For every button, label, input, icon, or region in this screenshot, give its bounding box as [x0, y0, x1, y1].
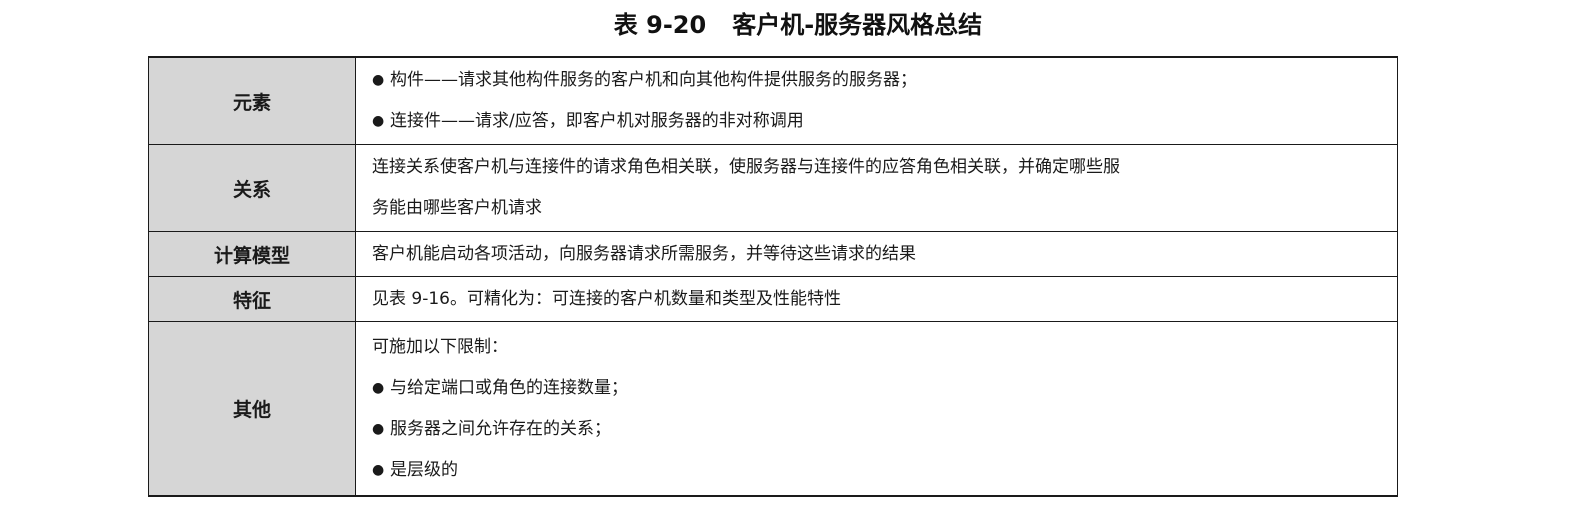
- list-item-text: 服务器之间允许存在的关系；: [390, 418, 611, 439]
- row-text: 客户机能启动各项活动，向服务器请求所需服务，并等待这些请求的结果: [372, 243, 916, 264]
- list-item-text: 连接件——请求/应答，即客户机对服务器的非对称调用: [390, 111, 804, 131]
- row-text: 见表 9-16。可精化为：可连接的客户机数量和类型及性能特性: [372, 288, 841, 309]
- bullet-icon: ●: [372, 461, 385, 478]
- row-intro: 可施加以下限制：: [372, 336, 508, 357]
- table-number: 表 9-20: [613, 11, 707, 39]
- table-title: 客户机-服务器风格总结: [732, 11, 983, 39]
- row-text-line: 务能由哪些客户机请求: [372, 198, 542, 218]
- bullet-icon: ●: [372, 72, 385, 88]
- table-row: 计算模型 客户机能启动各项活动，向服务器请求所需服务，并等待这些请求的结果: [148, 231, 1398, 277]
- row-content: 可施加以下限制： ● 与给定端口或角色的连接数量； ● 服务器之间允许存在的关系； …: [355, 321, 1398, 497]
- row-content: ● 构件——请求其他构件服务的客户机和向其他构件提供服务的服务器； ● 连接件——请…: [355, 56, 1398, 145]
- list-item: ● 是层级的: [372, 450, 1387, 491]
- table-row: 特征 见表 9-16。可精化为：可连接的客户机数量和类型及性能特性: [148, 276, 1398, 322]
- list-item-text: 与给定端口或角色的连接数量；: [390, 377, 628, 398]
- bullet-icon: ●: [372, 379, 385, 396]
- summary-table: 元素 ● 构件——请求其他构件服务的客户机和向其他构件提供服务的服务器； ● 连接件…: [148, 56, 1398, 497]
- bullet-icon: ●: [372, 420, 385, 437]
- list-item: ● 构件——请求其他构件服务的客户机和向其他构件提供服务的服务器；: [372, 60, 1387, 101]
- table-caption: 表 9-20 客户机-服务器风格总结: [0, 8, 1596, 42]
- list-item-text: 是层级的: [390, 459, 458, 480]
- row-label: 关系: [148, 144, 356, 232]
- table-row: 元素 ● 构件——请求其他构件服务的客户机和向其他构件提供服务的服务器； ● 连接件…: [148, 56, 1398, 145]
- row-label: 计算模型: [148, 231, 356, 277]
- list-item: ● 与给定端口或角色的连接数量；: [372, 368, 1387, 409]
- row-label: 特征: [148, 276, 356, 322]
- row-label: 其他: [148, 321, 356, 497]
- bullet-icon: ●: [372, 113, 385, 129]
- table-row: 关系 连接关系使客户机与连接件的请求角色相关联，使服务器与连接件的应答角色相关联…: [148, 144, 1398, 232]
- list-item: ● 连接件——请求/应答，即客户机对服务器的非对称调用: [372, 101, 1387, 142]
- row-text-line: 连接关系使客户机与连接件的请求角色相关联，使服务器与连接件的应答角色相关联，并确…: [372, 157, 1120, 177]
- row-content: 客户机能启动各项活动，向服务器请求所需服务，并等待这些请求的结果: [355, 231, 1398, 277]
- row-label: 元素: [148, 56, 356, 145]
- row-content: 见表 9-16。可精化为：可连接的客户机数量和类型及性能特性: [355, 276, 1398, 322]
- row-content: 连接关系使客户机与连接件的请求角色相关联，使服务器与连接件的应答角色相关联，并确…: [355, 144, 1398, 232]
- list-item-text: 构件——请求其他构件服务的客户机和向其他构件提供服务的服务器；: [390, 70, 917, 90]
- table-row: 其他 可施加以下限制： ● 与给定端口或角色的连接数量； ● 服务器之间允许存在的关…: [148, 321, 1398, 497]
- list-item: ● 服务器之间允许存在的关系；: [372, 409, 1387, 450]
